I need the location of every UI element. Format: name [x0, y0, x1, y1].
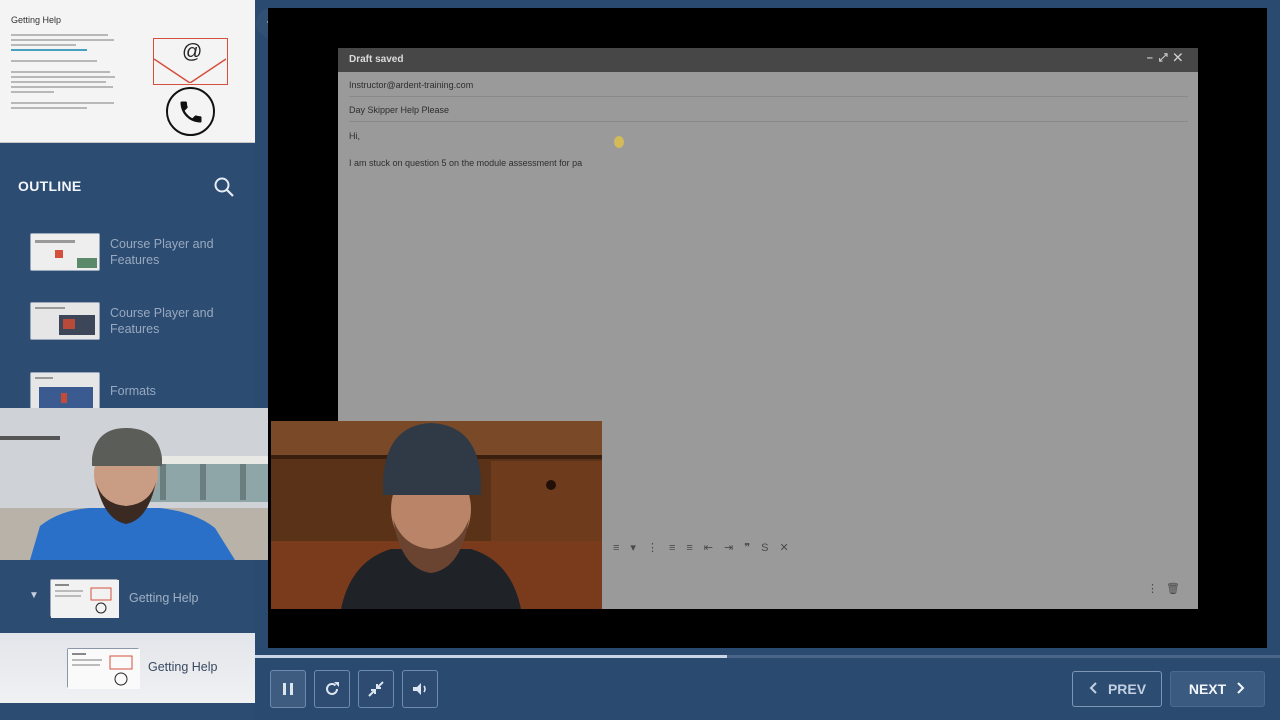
- exit-fullscreen-button[interactable]: [358, 670, 394, 708]
- outline-item-label: Getting Help: [148, 660, 218, 674]
- divider: [349, 96, 1188, 97]
- prev-button[interactable]: PREV: [1072, 671, 1162, 707]
- seek-bar[interactable]: [255, 655, 1280, 658]
- formatting-toolbar[interactable]: ≡▾⋮≡≡⇤⇥❞S✕: [613, 541, 803, 559]
- chevron-right-icon: [1236, 681, 1246, 698]
- text-cursor-icon: [614, 136, 624, 148]
- outline-item-label: Course Player and Features: [110, 306, 214, 336]
- email-header: Draft saved –⤢✕: [338, 48, 1198, 72]
- phone-icon: [166, 87, 215, 136]
- divider: [349, 121, 1188, 122]
- prev-label: PREV: [1107, 681, 1147, 697]
- outline-thumbnail: [67, 648, 140, 689]
- email-body-text[interactable]: I am stuck on question 5 on the module a…: [349, 158, 582, 168]
- outline-thumbnail: [50, 579, 119, 618]
- expand-arrow-icon[interactable]: ▼: [29, 590, 39, 601]
- window-controls[interactable]: –⤢✕: [1147, 52, 1188, 65]
- outline-item-label: Course Player and Features: [110, 237, 214, 267]
- slide-title: Getting Help: [11, 15, 62, 25]
- slide-text-lines: [11, 34, 119, 112]
- draft-status: Draft saved: [349, 54, 404, 65]
- search-icon[interactable]: [213, 176, 235, 198]
- email-envelope-icon: @: [153, 38, 228, 85]
- next-label: NEXT: [1188, 681, 1227, 697]
- email-subject-field[interactable]: Day Skipper Help Please: [349, 105, 449, 115]
- at-symbol: @: [182, 41, 203, 63]
- seek-bar-fill: [255, 655, 727, 658]
- webcam-participant-right: [271, 421, 602, 609]
- outline-heading: OUTLINE: [18, 178, 82, 194]
- outline-section-getting-help[interactable]: ▼ Getting Help: [0, 570, 255, 628]
- outline-item-course-player-1[interactable]: Course Player and Features: [0, 222, 255, 284]
- outline-item-getting-help-active[interactable]: Getting Help: [0, 633, 255, 703]
- pause-button[interactable]: [270, 670, 306, 708]
- current-slide-preview: Getting Help @: [0, 0, 255, 143]
- email-to-field[interactable]: Instructor@ardent-training.com: [349, 80, 473, 90]
- course-player: Getting Help @ OUTLINE Course Player and…: [0, 0, 1280, 720]
- more-and-delete-icons[interactable]: ⋮🗑: [1147, 582, 1188, 595]
- next-button[interactable]: NEXT: [1170, 671, 1265, 707]
- email-greeting[interactable]: Hi,: [349, 131, 360, 141]
- volume-button[interactable]: [402, 670, 438, 708]
- outline-item-course-player-2[interactable]: Course Player and Features: [0, 292, 255, 354]
- outline-item-label: Getting Help: [129, 591, 199, 605]
- replay-button[interactable]: [314, 670, 350, 708]
- outline-item-label: Formats: [110, 384, 156, 398]
- outline-thumbnail: [30, 372, 100, 410]
- webcam-participant-left: [0, 408, 271, 560]
- outline-thumbnail: [30, 302, 100, 340]
- outline-thumbnail: [30, 233, 100, 271]
- sidebar: Getting Help @ OUTLINE Course Player and…: [0, 0, 255, 720]
- chevron-left-icon: [1088, 681, 1098, 698]
